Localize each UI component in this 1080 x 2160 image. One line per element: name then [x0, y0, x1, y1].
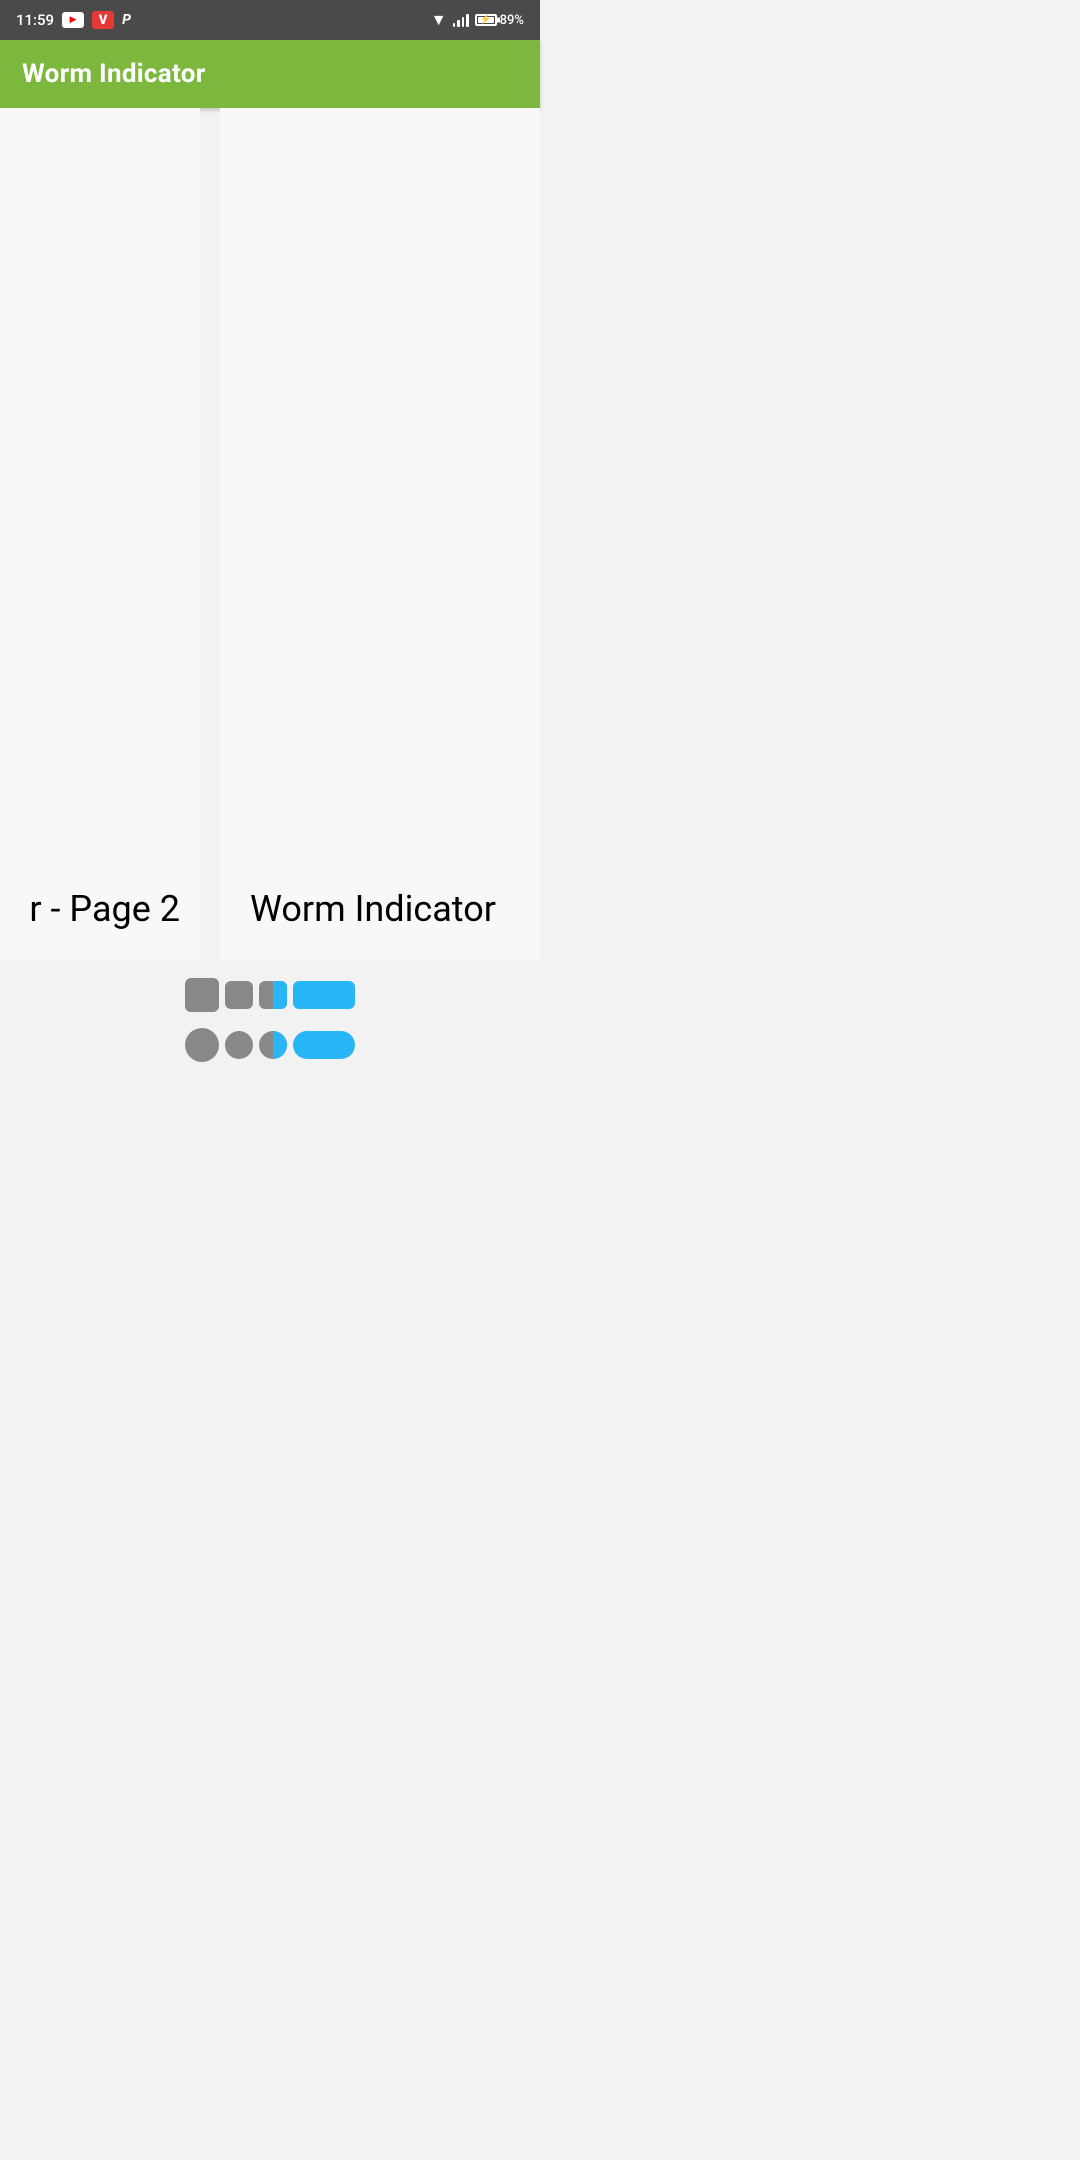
battery-percent: 89% [500, 13, 524, 28]
circle-indicator-3-half [259, 1031, 287, 1059]
battery-bolt-icon: ⚡ [480, 15, 491, 25]
circle-indicator-1 [185, 1028, 219, 1062]
app-bar-title: Worm Indicator [22, 59, 206, 89]
vivaldi-icon: V [92, 11, 114, 29]
youtube-icon [62, 12, 84, 28]
status-bar-left: 11:59 V P [16, 11, 131, 29]
page-label-left: r - Page 2 [29, 888, 180, 930]
worm-rect-row [185, 978, 355, 1012]
rect-indicator-2 [225, 981, 253, 1009]
wifi-icon: ▼ [431, 10, 447, 30]
status-bar-right: ▼ ⚡ 89% [431, 10, 524, 30]
battery-container: ⚡ 89% [475, 13, 524, 28]
status-bar: 11:59 V P ▼ ⚡ 89% [0, 0, 540, 40]
rect-indicator-3-half [259, 981, 287, 1009]
page-card-right: Worm Indicator [220, 108, 540, 960]
main-content: r - Page 2 Worm Indicator [0, 108, 540, 960]
circle-indicator-4-active [293, 1031, 355, 1059]
rect-indicator-1 [185, 978, 219, 1012]
status-time: 11:59 [16, 11, 54, 29]
signal-icon [453, 13, 469, 27]
bottom-indicators [0, 960, 540, 1080]
app-bar: Worm Indicator [0, 40, 540, 108]
page-label-right: Worm Indicator [250, 888, 496, 930]
pocket-icon: P [122, 12, 131, 28]
battery-icon: ⚡ [475, 14, 497, 26]
rect-indicator-4-active [293, 981, 355, 1009]
circle-indicator-2 [225, 1031, 253, 1059]
worm-circle-row [185, 1028, 355, 1062]
page-card-left: r - Page 2 [0, 108, 200, 960]
